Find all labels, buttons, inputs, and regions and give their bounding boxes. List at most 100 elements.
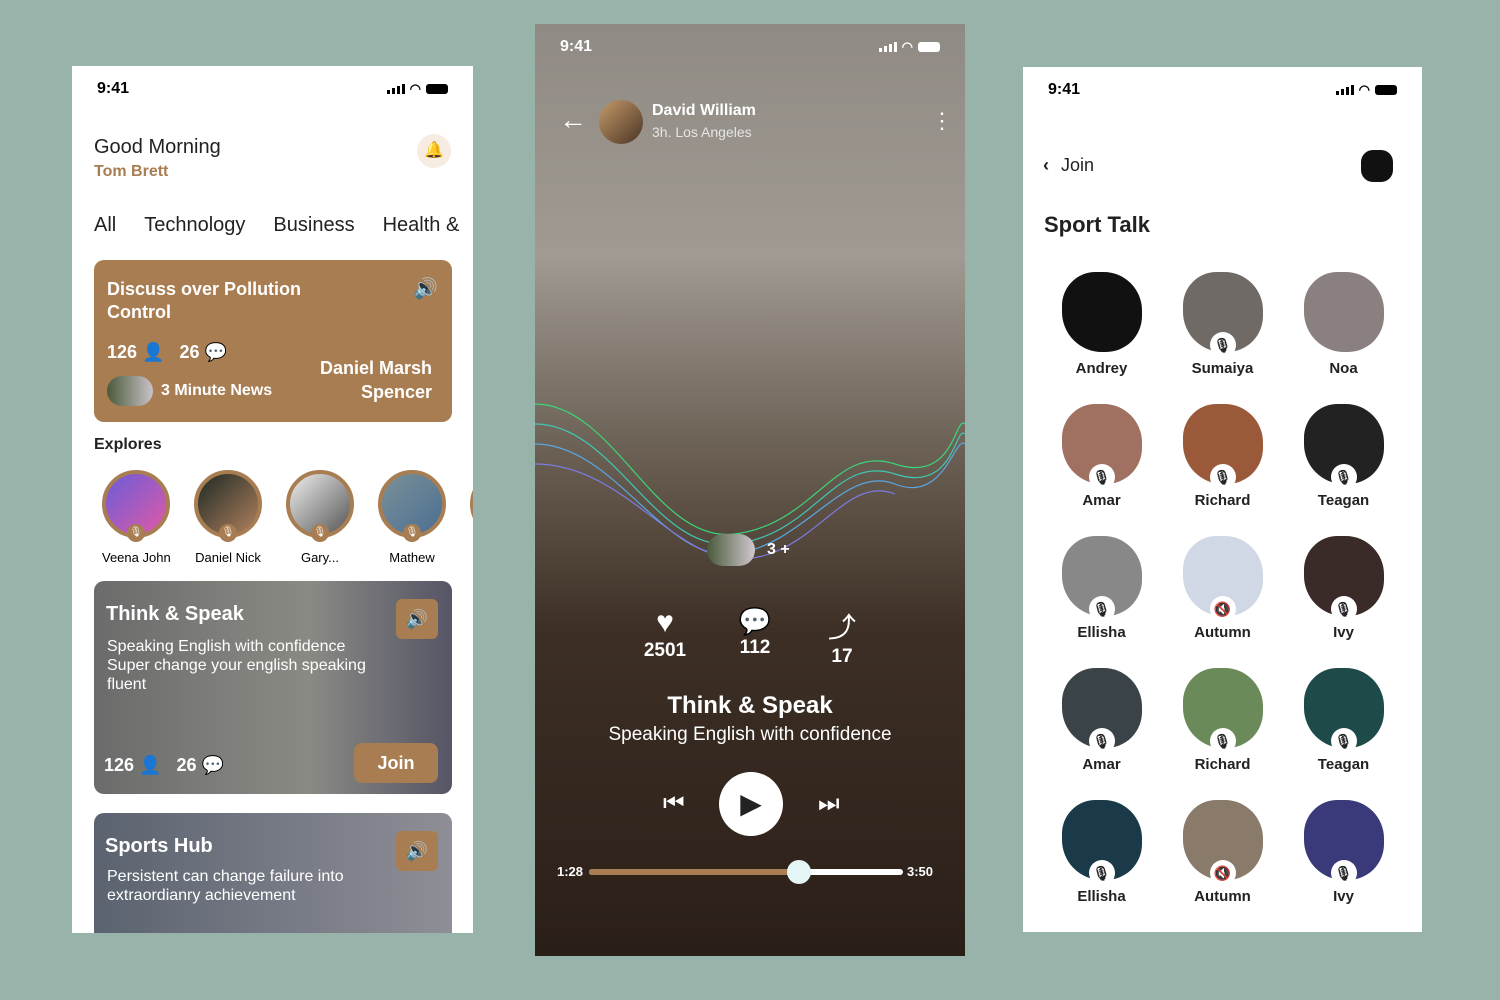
speaker-icon[interactable]: 🔊	[413, 276, 438, 301]
room-card-sports-hub[interactable]: Sports Hub Persistent can change failure…	[94, 813, 452, 933]
member-name: Ellisha	[1077, 624, 1126, 641]
member-tile[interactable]: 🎙 Sumaiya	[1162, 272, 1283, 377]
member-name: Autumn	[1194, 888, 1251, 905]
join-button[interactable]: Join	[354, 743, 438, 783]
member-avatar: 🎙	[1061, 668, 1142, 754]
category-tabs: All Technology Business Health &	[94, 214, 459, 237]
listener-count: 126	[104, 755, 135, 775]
show-name: 3 Minute News	[161, 382, 273, 399]
signal-icon	[878, 42, 897, 52]
member-tile[interactable]: 🎙 Richard	[1162, 404, 1283, 509]
featured-room-card[interactable]: Discuss over Pollution Control 🔊 126 👤 2…	[94, 260, 452, 422]
member-name: Ellisha	[1077, 888, 1126, 905]
mic-icon: 🎙	[1330, 464, 1357, 490]
host-meta: 3h. Los Angeles	[652, 124, 752, 140]
next-icon[interactable]: ⏭	[818, 790, 840, 818]
member-avatar: 🎙	[1303, 668, 1384, 754]
share-button[interactable]: ⤴ 17	[812, 606, 872, 668]
member-name: Richard	[1194, 756, 1251, 773]
listener-more: 3 +	[767, 541, 790, 558]
tab-all[interactable]: All	[94, 214, 116, 237]
mic-icon: 🎙	[127, 524, 145, 542]
track-subtitle: Speaking English with confidence	[608, 724, 892, 745]
chat-icon: 💬	[738, 606, 772, 636]
play-button[interactable]: ▶	[719, 772, 783, 836]
member-avatar: 🔇	[1182, 800, 1263, 886]
member-tile[interactable]: 🎙 Amar	[1041, 668, 1162, 773]
member-tile[interactable]: 🎙 Ellisha	[1041, 800, 1162, 905]
member-tile[interactable]: 🎙 Ivy	[1283, 536, 1404, 641]
member-tile[interactable]: 🔇 Autumn	[1162, 536, 1283, 641]
mic-icon: 🎙	[1330, 860, 1357, 886]
member-tile[interactable]: Noa	[1283, 272, 1404, 377]
member-tile[interactable]: 🎙 Teagan	[1283, 404, 1404, 509]
mic-muted-icon: 🔇	[1209, 860, 1236, 886]
member-grid: Andrey 🎙 Sumaiya Noa 🎙 Amar 🎙 Richard 🎙 Teagan 🎙 El…	[1041, 272, 1404, 905]
progress-slider[interactable]	[589, 860, 903, 884]
explore-item[interactable]: 🎙 Mathew	[378, 470, 446, 565]
member-name: Richard	[1194, 492, 1251, 509]
tab-business[interactable]: Business	[273, 214, 354, 237]
member-tile[interactable]: Andrey	[1041, 272, 1162, 377]
comment-count: 26	[176, 755, 197, 775]
like-count: 2501	[643, 640, 687, 661]
room-desc: Persistent can change failure into extra…	[107, 868, 344, 904]
explores-list: 🎙 Veena John 🎙 Daniel Nick 🎙 Gary... 🎙 Mathe…	[102, 470, 473, 565]
mic-muted-icon: 🔇	[1209, 596, 1236, 622]
explore-name: Daniel Nick	[195, 550, 261, 565]
back-arrow-icon[interactable]: ←	[559, 104, 587, 136]
back-button[interactable]: ‹ Join	[1043, 155, 1094, 176]
previous-icon[interactable]: ⏮	[663, 790, 685, 818]
share-count: 17	[831, 646, 853, 667]
speaker-icon[interactable]: 🔊	[396, 599, 438, 639]
comment-button[interactable]: 💬 112	[725, 606, 785, 659]
member-tile[interactable]: 🎙 Ellisha	[1041, 536, 1162, 641]
explores-heading: Explores	[94, 436, 162, 453]
like-button[interactable]: ♥ 2501	[635, 606, 695, 662]
member-name: Ivy	[1333, 888, 1354, 905]
explore-item[interactable]: 🎙 Veena John	[102, 470, 171, 565]
progress-thumb[interactable]	[787, 860, 812, 884]
member-name: Sumaiya	[1191, 360, 1254, 377]
tab-health[interactable]: Health &	[383, 214, 460, 237]
clock: 9:41	[1048, 81, 1081, 98]
room-title: Sports Hub	[105, 835, 213, 857]
progress-fill	[589, 869, 800, 875]
more-icon[interactable]: ⋮	[931, 108, 953, 134]
member-name: Teagan	[1317, 756, 1370, 773]
battery-icon	[1375, 85, 1397, 95]
greeting: Good Morning	[94, 136, 221, 158]
host-name: Daniel Marsh Spencer	[319, 358, 432, 402]
explore-name: Gary...	[300, 550, 340, 565]
battery-icon	[918, 42, 940, 52]
member-tile[interactable]: 🔇 Autumn	[1162, 800, 1283, 905]
room-card-think-speak[interactable]: Think & Speak Speaking English with conf…	[94, 581, 452, 794]
wifi-icon: ◠	[409, 81, 421, 96]
participant-avatars	[107, 376, 153, 406]
bell-icon[interactable]: 🔔	[417, 134, 451, 168]
user-name: Tom Brett	[94, 163, 169, 180]
member-tile[interactable]: 🎙 Teagan	[1283, 668, 1404, 773]
person-icon: 👤	[139, 755, 162, 775]
member-tile[interactable]: 🎙 Amar	[1041, 404, 1162, 509]
battery-icon	[426, 84, 448, 94]
member-tile[interactable]: 🎙 Richard	[1162, 668, 1283, 773]
tab-technology[interactable]: Technology	[144, 214, 245, 237]
mic-icon: 🎙	[311, 524, 329, 542]
mic-icon: 🎙	[1088, 728, 1115, 754]
member-tile[interactable]: 🎙 Ivy	[1283, 800, 1404, 905]
explore-name: V	[470, 550, 473, 565]
mic-icon: 🎙	[1209, 332, 1236, 358]
explore-item[interactable]: V	[470, 470, 473, 565]
explore-item[interactable]: 🎙 Gary...	[286, 470, 354, 565]
player-screen: 9:41 ◠ ← David William 3h. Los Angeles ⋮ …	[535, 24, 965, 956]
share-icon: ⤴	[827, 612, 856, 643]
explore-item[interactable]: 🎙 Daniel Nick	[194, 470, 262, 565]
member-name: Autumn	[1194, 624, 1251, 641]
profile-avatar[interactable]	[1361, 150, 1393, 182]
status-bar: 9:41 ◠	[97, 80, 448, 98]
explore-name: Mathew	[389, 550, 435, 565]
listener-avatars	[707, 534, 755, 566]
chat-icon: 💬	[201, 755, 224, 775]
speaker-icon[interactable]: 🔊	[396, 831, 438, 871]
